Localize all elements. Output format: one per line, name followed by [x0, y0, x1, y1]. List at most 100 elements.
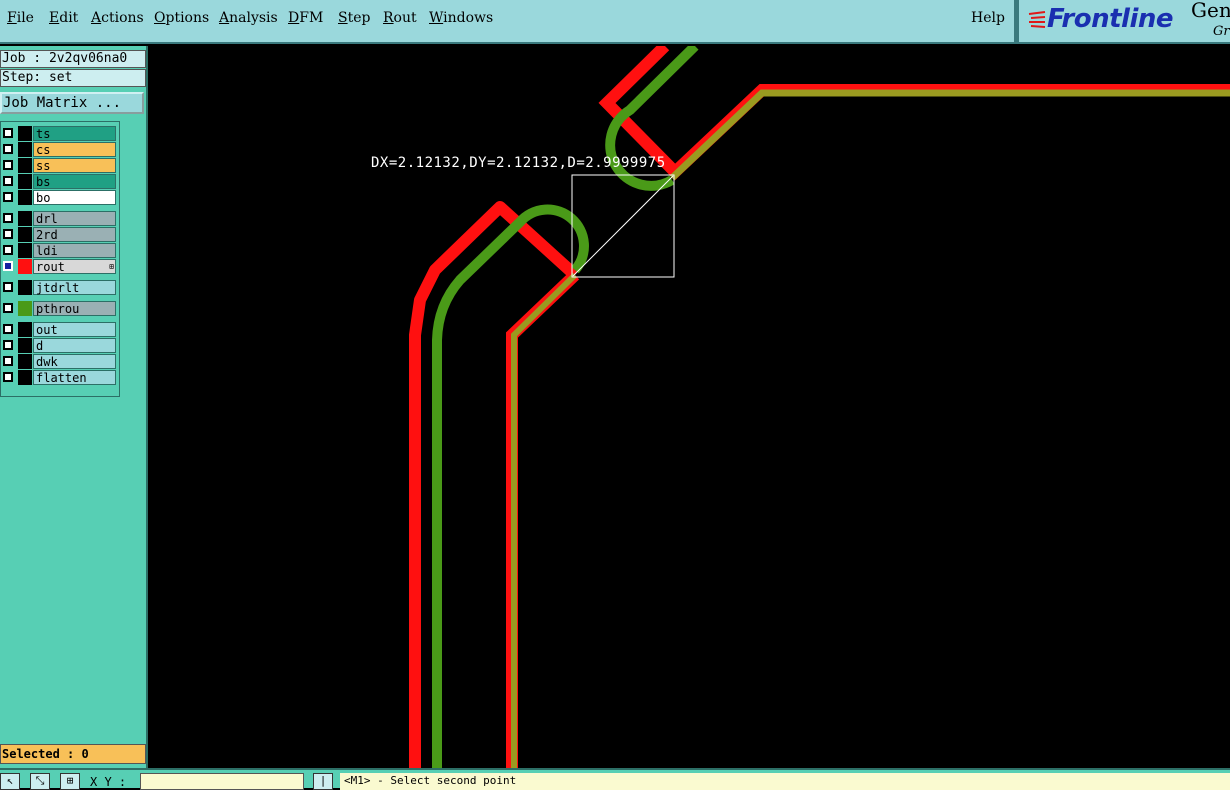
layer-color-swatch[interactable]	[18, 354, 32, 369]
overlap-path-right	[511, 272, 578, 768]
menu-bar: File Edit Actions Options Analysis DFM S…	[0, 0, 1016, 44]
layer-color-swatch[interactable]	[18, 190, 32, 205]
layer-row-bo[interactable]: bo	[1, 190, 119, 206]
layer-checkbox[interactable]	[3, 261, 13, 271]
layer-checkbox[interactable]	[3, 282, 13, 292]
layer-name-label: drl	[36, 212, 58, 226]
layer-name[interactable]: out	[33, 322, 116, 337]
layer-row-out[interactable]: out	[1, 322, 119, 338]
layer-checkbox[interactable]	[3, 245, 13, 255]
layer-name[interactable]: ts	[33, 126, 116, 141]
layer-name[interactable]: ss	[33, 158, 116, 173]
layer-color-swatch[interactable]	[18, 259, 32, 274]
left-panel: Job : 2v2qv06na0 Step: set Job Matrix ..…	[0, 46, 148, 768]
menu-help[interactable]: Help	[971, 10, 1005, 26]
layer-name[interactable]: bs	[33, 174, 116, 189]
layer-color-swatch[interactable]	[18, 158, 32, 173]
select-arrow-button[interactable]: ↖	[0, 773, 20, 790]
layer-name-label: out	[36, 323, 58, 337]
menu-actions[interactable]: Actions	[91, 10, 144, 26]
layer-color-swatch[interactable]	[18, 126, 32, 141]
layer-row-flatten[interactable]: flatten	[1, 370, 119, 386]
layer-row-bs[interactable]: bs	[1, 174, 119, 190]
layer-row-d[interactable]: d	[1, 338, 119, 354]
menu-step[interactable]: Step	[338, 10, 370, 26]
layer-color-swatch[interactable]	[18, 227, 32, 242]
layer-checkbox[interactable]	[3, 340, 13, 350]
layer-checkbox[interactable]	[3, 144, 13, 154]
logo-gro-text: Gro	[1213, 24, 1230, 39]
grid-icon: ⊞	[66, 774, 74, 787]
layer-checkbox[interactable]	[3, 303, 13, 313]
snap-icon: |	[319, 774, 327, 787]
layer-checkbox[interactable]	[3, 192, 13, 202]
graphics-canvas[interactable]	[148, 46, 1230, 768]
layer-checkbox[interactable]	[3, 372, 13, 382]
layer-name-label: jtdrlt	[36, 281, 80, 295]
layer-checkbox[interactable]	[3, 160, 13, 170]
layer-name[interactable]: flatten	[33, 370, 116, 385]
logo-stripes-icon	[1028, 11, 1046, 28]
menu-rout[interactable]: Rout	[383, 10, 417, 26]
layer-name[interactable]: d	[33, 338, 116, 353]
layer-name-label: bo	[36, 191, 51, 205]
layer-row-2rd[interactable]: 2rd	[1, 227, 119, 243]
layer-name-label: ss	[36, 159, 51, 173]
logo-brand-text: Frontline	[1047, 4, 1174, 34]
layer-row-ss[interactable]: ss	[1, 158, 119, 174]
layer-row-jtdrlt[interactable]: jtdrlt	[1, 280, 119, 296]
layer-checkbox[interactable]	[3, 128, 13, 138]
layer-name[interactable]: jtdrlt	[33, 280, 116, 295]
layer-color-swatch[interactable]	[18, 174, 32, 189]
layer-color-swatch[interactable]	[18, 370, 32, 385]
snap-button[interactable]: |	[313, 773, 333, 790]
layer-name[interactable]: bo	[33, 190, 116, 205]
layer-color-swatch[interactable]	[18, 243, 32, 258]
layer-color-swatch[interactable]	[18, 301, 32, 316]
layer-color-swatch[interactable]	[18, 322, 32, 337]
measure-readout: DX=2.12132,DY=2.12132,D=2.9999975	[371, 155, 666, 171]
layer-name-label: flatten	[36, 371, 87, 385]
layer-name[interactable]: rout ⊞	[33, 259, 116, 274]
layer-row-ldi[interactable]: ldi	[1, 243, 119, 259]
layer-name[interactable]: cs	[33, 142, 116, 157]
step-name: Step: set	[0, 69, 146, 87]
menu-dfm[interactable]: DFM	[288, 10, 323, 26]
job-matrix-button[interactable]: Job Matrix ...	[0, 92, 144, 114]
menu-options[interactable]: Options	[154, 10, 209, 26]
menu-file[interactable]: File	[7, 10, 34, 26]
job-name: Job : 2v2qv06na0	[0, 50, 146, 68]
layer-name-label: cs	[36, 143, 51, 157]
layer-color-swatch[interactable]	[18, 211, 32, 226]
layer-name[interactable]: dwk	[33, 354, 116, 369]
layer-row-dwk[interactable]: dwk	[1, 354, 119, 370]
zoom-area-button[interactable]: ⤡	[30, 773, 50, 790]
layer-name[interactable]: 2rd	[33, 227, 116, 242]
layer-row-ts[interactable]: ts	[1, 126, 119, 142]
grid-button[interactable]: ⊞	[60, 773, 80, 790]
menu-edit[interactable]: Edit	[49, 10, 78, 26]
menu-analysis[interactable]: Analysis	[219, 10, 278, 26]
layer-row-cs[interactable]: cs	[1, 142, 119, 158]
measure-line	[572, 175, 674, 277]
xy-input[interactable]	[140, 773, 304, 790]
layer-name-label: dwk	[36, 355, 58, 369]
layer-row-pthrou[interactable]: pthrou	[1, 301, 119, 317]
layer-color-swatch[interactable]	[18, 142, 32, 157]
menu-windows[interactable]: Windows	[429, 10, 493, 26]
layer-color-swatch[interactable]	[18, 280, 32, 295]
layer-checkbox[interactable]	[3, 229, 13, 239]
layer-row-rout[interactable]: rout ⊞	[1, 259, 119, 275]
layer-name[interactable]: ldi	[33, 243, 116, 258]
bottom-bar: ↖ ⤡ ⊞ X Y : | <M1> - Select second point	[0, 768, 1230, 790]
layer-color-swatch[interactable]	[18, 338, 32, 353]
layer-row-drl[interactable]: drl	[1, 211, 119, 227]
layer-checkbox[interactable]	[3, 324, 13, 334]
layer-checkbox[interactable]	[3, 356, 13, 366]
layer-name-label: ts	[36, 127, 51, 141]
layer-name[interactable]: drl	[33, 211, 116, 226]
layer-checkbox[interactable]	[3, 176, 13, 186]
layer-checkbox[interactable]	[3, 213, 13, 223]
layer-name[interactable]: pthrou	[33, 301, 116, 316]
layer-name-label: ldi	[36, 244, 58, 258]
